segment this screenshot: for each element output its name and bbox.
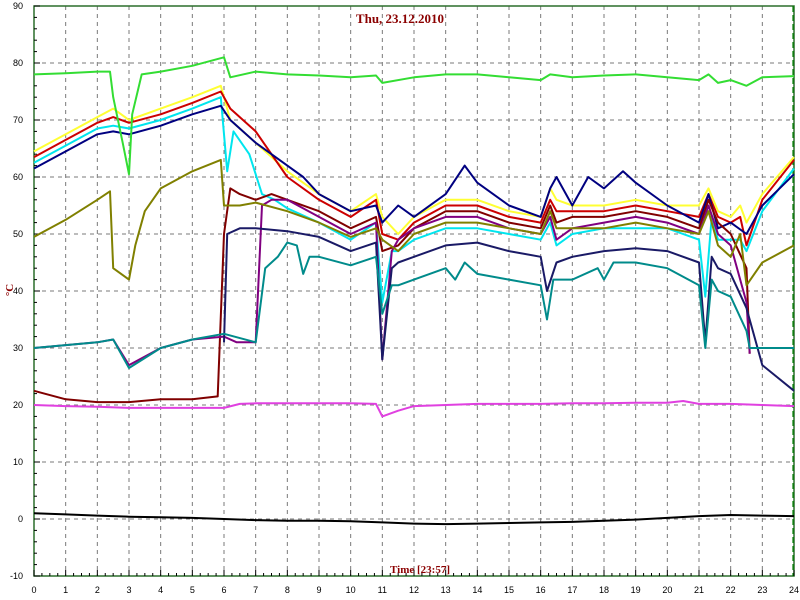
y-tick-label: -10 <box>10 571 23 581</box>
y-tick-label: 20 <box>13 400 23 410</box>
x-tick-label: 0 <box>31 585 36 595</box>
x-tick-label: 9 <box>316 585 321 595</box>
x-tick-label: 11 <box>378 585 387 595</box>
y-tick-label: 70 <box>13 115 23 125</box>
y-tick-label: 90 <box>13 1 23 11</box>
x-tick-label: 16 <box>536 585 546 595</box>
chart-title: Thu, 23.12.2010 <box>356 11 444 26</box>
y-tick-label: 80 <box>13 58 23 68</box>
y-tick-label: 10 <box>13 457 23 467</box>
x-tick-label: 8 <box>285 585 290 595</box>
grid-lines <box>33 5 795 577</box>
x-tick-labels: 0 1 2 3 4 5 6 7 8 9 10 11 12 13 14 15 16 17 18 19 20 21 22 23 24 <box>31 585 799 595</box>
x-axis-label: Time [23:57] <box>390 564 450 576</box>
x-tick-label: 6 <box>221 585 226 595</box>
x-tick-label: 21 <box>694 585 704 595</box>
y-tick-label: 0 <box>18 514 23 524</box>
x-tick-label: 18 <box>599 585 609 595</box>
x-tick-label: 4 <box>158 585 163 595</box>
x-tick-label: 22 <box>726 585 736 595</box>
x-tick-label: 7 <box>253 585 258 595</box>
x-tick-label: 1 <box>63 585 68 595</box>
x-tick-label: 5 <box>190 585 195 595</box>
y-tick-label: 50 <box>13 229 23 239</box>
x-tick-label: 23 <box>757 585 767 595</box>
series-line <box>33 56 795 176</box>
x-tick-label: 19 <box>631 585 641 595</box>
x-tick-label: 12 <box>409 585 419 595</box>
x-tick-label: 2 <box>95 585 100 595</box>
x-tick-label: 17 <box>567 585 577 595</box>
x-tick-label: 3 <box>126 585 131 595</box>
x-tick-label: 13 <box>441 585 451 595</box>
x-tick-label: 10 <box>346 585 356 595</box>
y-tick-label: 60 <box>13 172 23 182</box>
line-chart: 9080706050403020100-10 0 1 2 3 4 5 6 7 8 9 10 11 12 1… <box>4 1 799 595</box>
x-tick-label: 14 <box>472 585 482 595</box>
x-tick-label: 24 <box>789 585 799 595</box>
y-tick-label: 30 <box>13 343 23 353</box>
x-tick-label: 20 <box>662 585 672 595</box>
y-axis-label: °C <box>4 284 16 296</box>
x-tick-label: 15 <box>504 585 514 595</box>
